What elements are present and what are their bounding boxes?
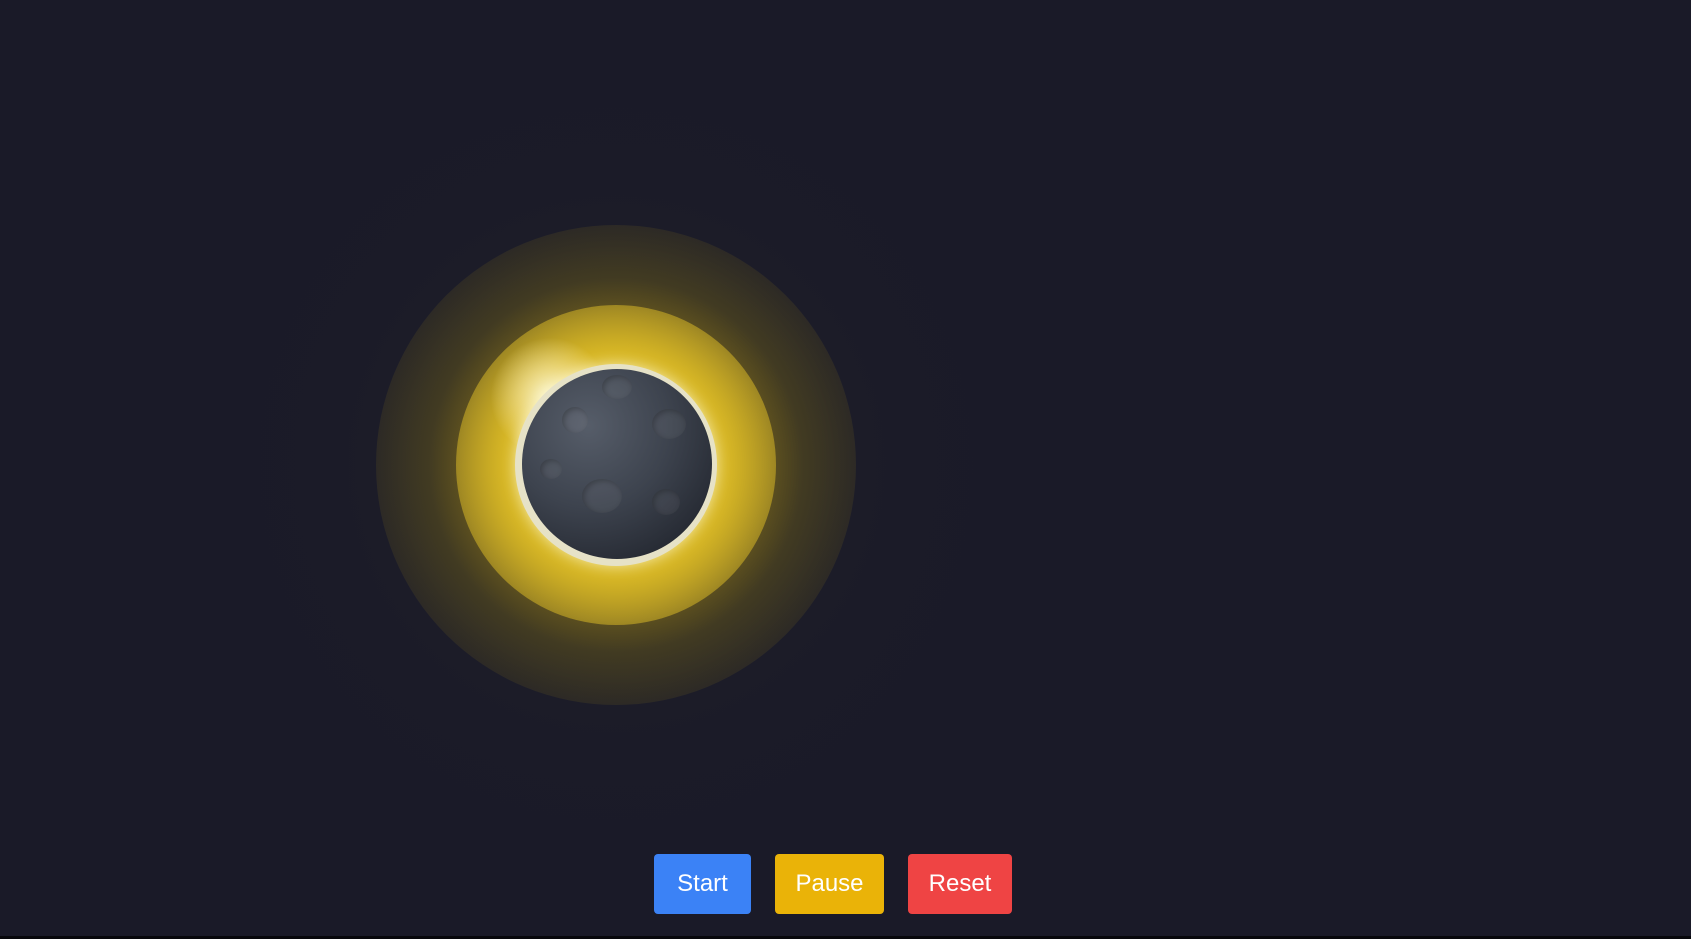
pause-button[interactable]: Pause [775, 854, 884, 914]
start-button[interactable]: Start [654, 854, 751, 914]
moon-crater [652, 409, 686, 439]
moon-crater [540, 459, 562, 479]
moon [522, 369, 712, 559]
moon-crater [652, 489, 680, 515]
eclipse-viewport: Start Pause Reset [0, 0, 1691, 936]
control-bar: Start Pause Reset [654, 854, 1012, 914]
moon-crater [562, 407, 588, 433]
reset-button[interactable]: Reset [908, 854, 1012, 914]
moon-crater [582, 479, 622, 513]
moon-crater [602, 375, 632, 399]
